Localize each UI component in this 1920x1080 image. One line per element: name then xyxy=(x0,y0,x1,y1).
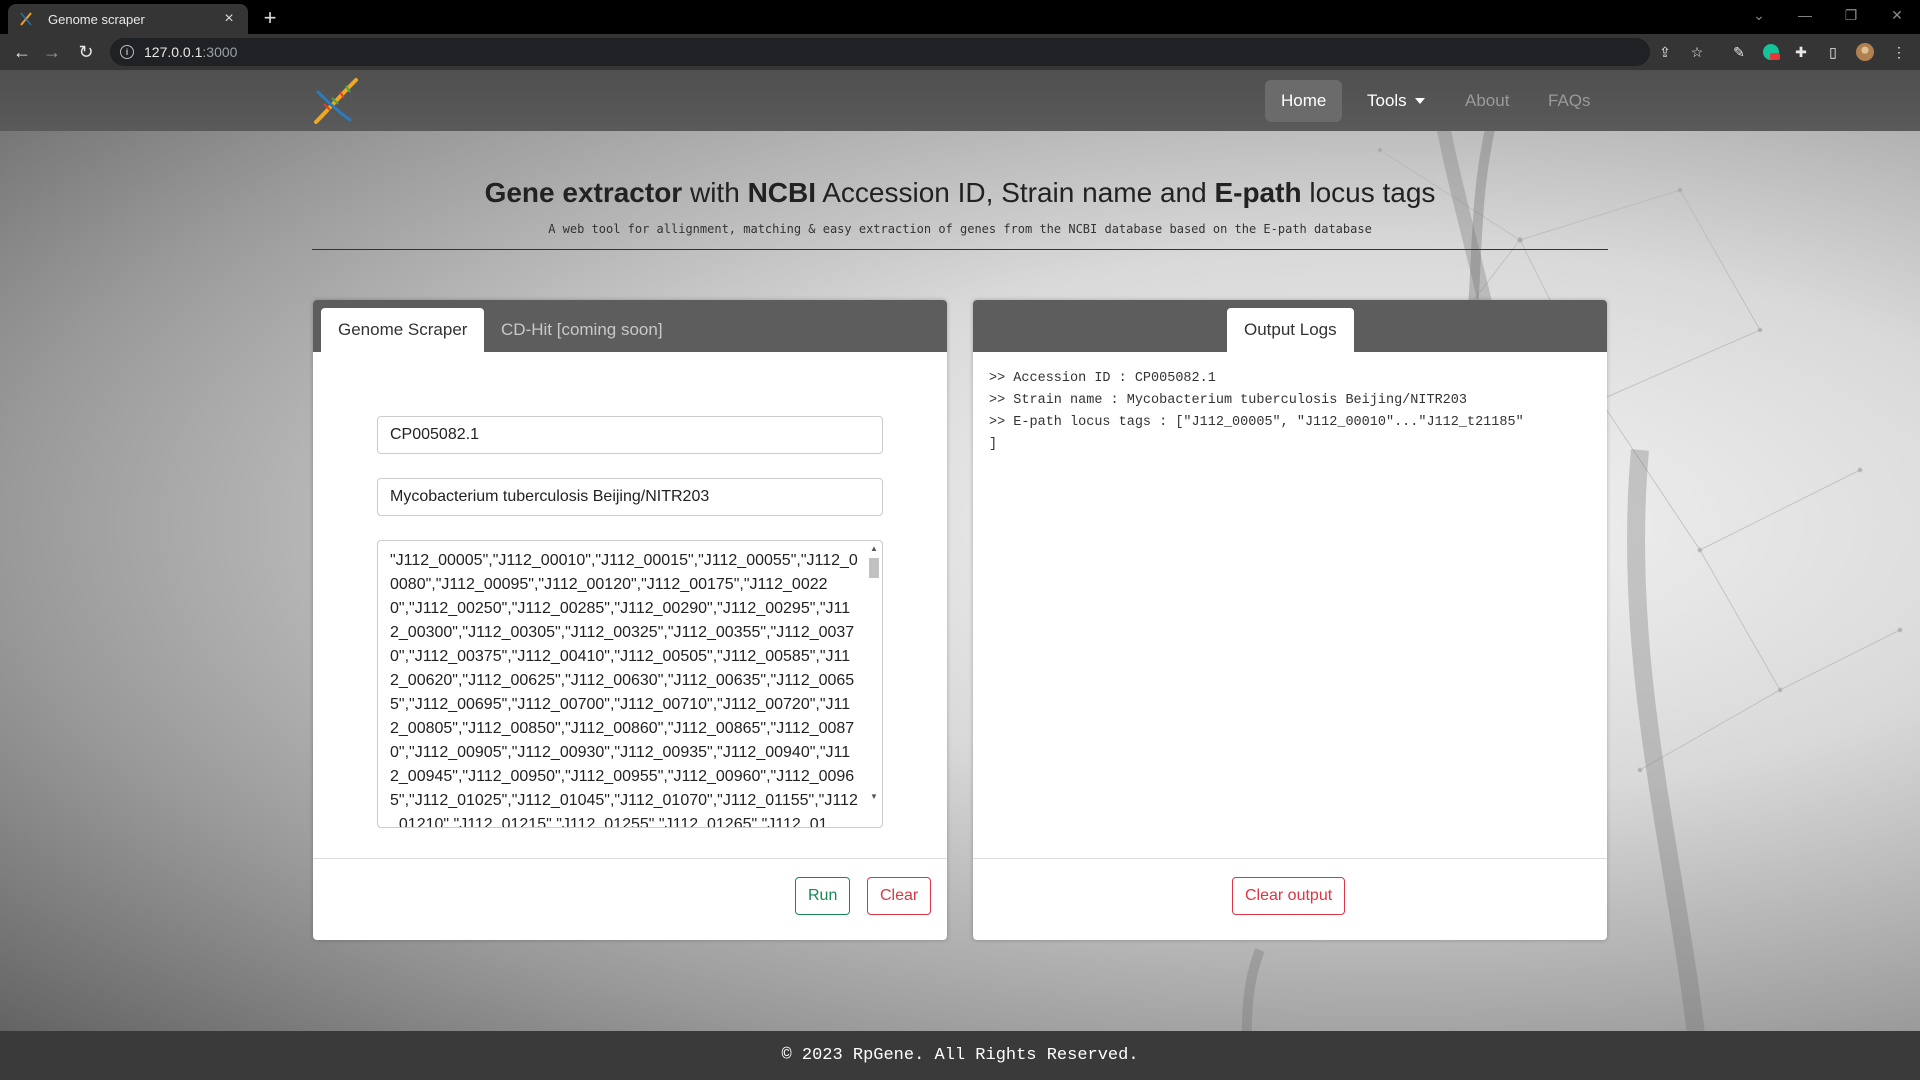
title-divider xyxy=(312,249,1608,250)
nav-about[interactable]: About xyxy=(1449,80,1525,122)
strain-name-input[interactable] xyxy=(377,478,883,516)
site-info-icon[interactable]: i xyxy=(120,45,134,59)
scraper-card: Genome Scraper CD-Hit [coming soon] "J11… xyxy=(313,300,947,940)
nav-tools-label: Tools xyxy=(1367,91,1407,110)
output-log-console: >> Accession ID : CP005082.1 >> Strain n… xyxy=(989,368,1589,456)
close-tab-icon[interactable]: × xyxy=(220,10,238,28)
log-line: >> Strain name : Mycobacterium tuberculo… xyxy=(989,393,1467,408)
tab-genome-scraper[interactable]: Genome Scraper xyxy=(321,308,485,352)
accession-id-input[interactable] xyxy=(377,416,883,454)
page-subtitle: A web tool for allignment, matching & ea… xyxy=(548,222,1372,236)
scroll-thumb[interactable] xyxy=(869,558,879,578)
output-card-header: Output Logs xyxy=(973,300,1607,352)
extension-pen-icon[interactable]: ✎ xyxy=(1730,43,1748,61)
tab-output-logs[interactable]: Output Logs xyxy=(1227,308,1354,352)
web-page: Home Tools About FAQs Gene extractor wit… xyxy=(0,70,1920,1080)
address-bar[interactable]: i 127.0.0.1:3000 xyxy=(110,38,1650,66)
browser-tab-bar: Genome scraper × + ⌄ — ❐ ✕ xyxy=(0,0,1920,34)
tab-search-icon[interactable]: ⌄ xyxy=(1736,0,1782,30)
log-line: ] xyxy=(989,437,998,452)
output-card: Output Logs >> Accession ID : CP005082.1… xyxy=(973,300,1607,940)
clear-output-button[interactable]: Clear output xyxy=(1232,877,1346,915)
close-window-icon[interactable]: ✕ xyxy=(1874,0,1920,30)
scroll-down-icon[interactable]: ▼ xyxy=(870,792,878,801)
run-button[interactable]: Run xyxy=(795,877,851,915)
share-icon[interactable]: ⇪ xyxy=(1656,43,1674,61)
browser-toolbar: ← → ↻ i 127.0.0.1:3000 xyxy=(0,34,1920,70)
scraper-card-header: Genome Scraper CD-Hit [coming soon] xyxy=(313,300,947,352)
profile-avatar[interactable] xyxy=(1856,43,1874,61)
scroll-up-icon[interactable]: ▲ xyxy=(870,544,878,553)
nav-home[interactable]: Home xyxy=(1265,80,1343,122)
locus-tags-textarea[interactable]: "J112_00005","J112_00010","J112_00015","… xyxy=(377,540,883,828)
nav-tools-dropdown[interactable]: Tools xyxy=(1351,80,1441,122)
log-line: >> Accession ID : CP005082.1 xyxy=(989,371,1216,386)
browser-tab[interactable]: Genome scraper × xyxy=(8,4,248,34)
reload-icon[interactable]: ↻ xyxy=(74,40,98,64)
output-card-footer-divider xyxy=(973,858,1607,859)
tab-cd-hit[interactable]: CD-Hit [coming soon] xyxy=(484,308,680,352)
url-port: :3000 xyxy=(202,44,238,60)
browser-tab-title: Genome scraper xyxy=(48,11,145,27)
side-panel-icon[interactable]: ▯ xyxy=(1824,43,1842,61)
site-footer: © 2023 RpGene. All Rights Reserved. xyxy=(0,1031,1920,1080)
textarea-scrollbar[interactable]: ▲ ▼ xyxy=(866,542,882,826)
extensions-puzzle-icon[interactable]: ✚ xyxy=(1792,43,1810,61)
browser-menu-icon[interactable]: ⋮ xyxy=(1890,43,1908,61)
back-icon[interactable]: ← xyxy=(10,40,34,64)
caret-down-icon xyxy=(1414,98,1425,104)
scraper-card-footer-divider xyxy=(313,858,947,859)
dna-favicon-icon xyxy=(18,11,34,27)
new-tab-icon[interactable]: + xyxy=(258,5,282,30)
url-host: 127.0.0.1 xyxy=(144,44,203,60)
minimize-icon[interactable]: — xyxy=(1782,0,1828,30)
log-line: >> E-path locus tags : ["J112_00005", "J… xyxy=(989,415,1524,430)
clear-button[interactable]: Clear xyxy=(867,877,932,915)
forward-icon[interactable]: → xyxy=(40,40,64,64)
restore-icon[interactable]: ❐ xyxy=(1828,0,1874,30)
nav-faqs[interactable]: FAQs xyxy=(1532,80,1607,122)
page-title: Gene extractor with NCBI Accession ID, S… xyxy=(484,177,1436,208)
dna-logo-icon[interactable] xyxy=(310,74,364,128)
bookmark-star-icon[interactable]: ☆ xyxy=(1688,43,1706,61)
extension-grammarly-icon[interactable] xyxy=(1762,43,1780,61)
site-navbar: Home Tools About FAQs xyxy=(0,70,1920,131)
